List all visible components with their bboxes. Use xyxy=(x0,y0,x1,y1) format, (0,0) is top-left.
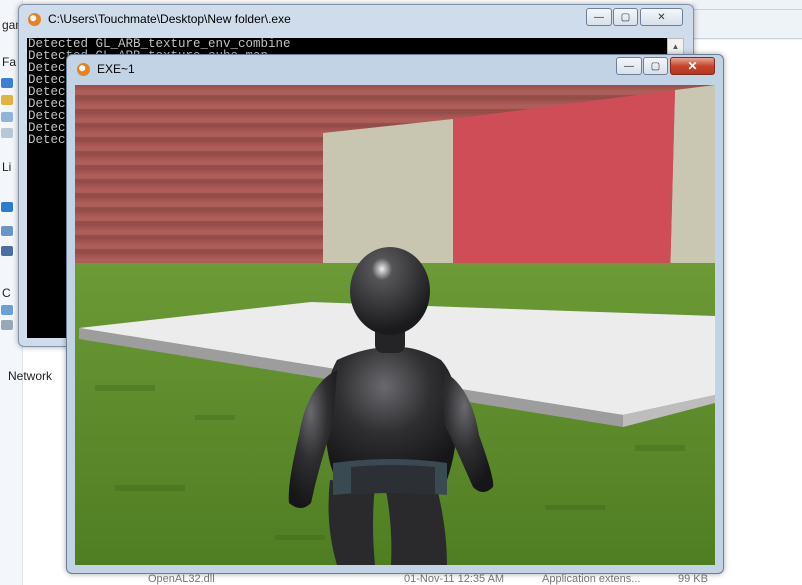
minimize-button[interactable]: — xyxy=(616,57,642,75)
close-button[interactable]: ✕ xyxy=(640,8,683,26)
file-date: 01-Nov-11 12:35 AM xyxy=(404,573,505,585)
drive-icon xyxy=(1,305,13,315)
beige-wall xyxy=(323,119,453,268)
app-icon xyxy=(77,63,90,76)
maximize-button[interactable]: ▢ xyxy=(613,8,638,26)
explorer-toolbar-strip xyxy=(692,0,802,40)
nav-item-network[interactable]: Network xyxy=(8,369,52,383)
minimize-button[interactable]: — xyxy=(586,8,612,26)
music-icon xyxy=(1,202,13,212)
drive-icon xyxy=(1,320,13,330)
file-name: OpenAL32.dll xyxy=(148,573,215,585)
game-scene xyxy=(75,85,715,565)
video-icon xyxy=(1,246,13,256)
maximize-button[interactable]: ▢ xyxy=(643,57,668,75)
file-type: Application extens... xyxy=(542,573,641,585)
document-icon xyxy=(1,128,13,138)
console-titlebar[interactable]: C:\Users\Touchmate\Desktop\New folder\.e… xyxy=(19,5,693,33)
close-button[interactable]: ✕ xyxy=(670,57,715,75)
pictures-icon xyxy=(1,226,13,236)
red-wall xyxy=(453,90,675,279)
file-list-row[interactable]: OpenAL32.dll 01-Nov-11 12:35 AM Applicat… xyxy=(122,573,802,585)
document-icon xyxy=(1,112,13,122)
game-window[interactable]: EXE~1 — ▢ ✕ xyxy=(66,54,724,574)
scroll-up-arrow-icon[interactable]: ▲ xyxy=(667,38,684,55)
game-title: EXE~1 xyxy=(97,62,135,76)
game-viewport[interactable] xyxy=(75,85,715,565)
computer-icon xyxy=(1,78,13,88)
app-icon xyxy=(28,13,41,26)
console-title: C:\Users\Touchmate\Desktop\New folder\.e… xyxy=(48,12,291,26)
file-size: 99 KB xyxy=(678,573,708,585)
beige-wall xyxy=(670,85,715,279)
folder-icon xyxy=(1,95,13,105)
game-titlebar[interactable]: EXE~1 — ▢ ✕ xyxy=(67,55,723,83)
